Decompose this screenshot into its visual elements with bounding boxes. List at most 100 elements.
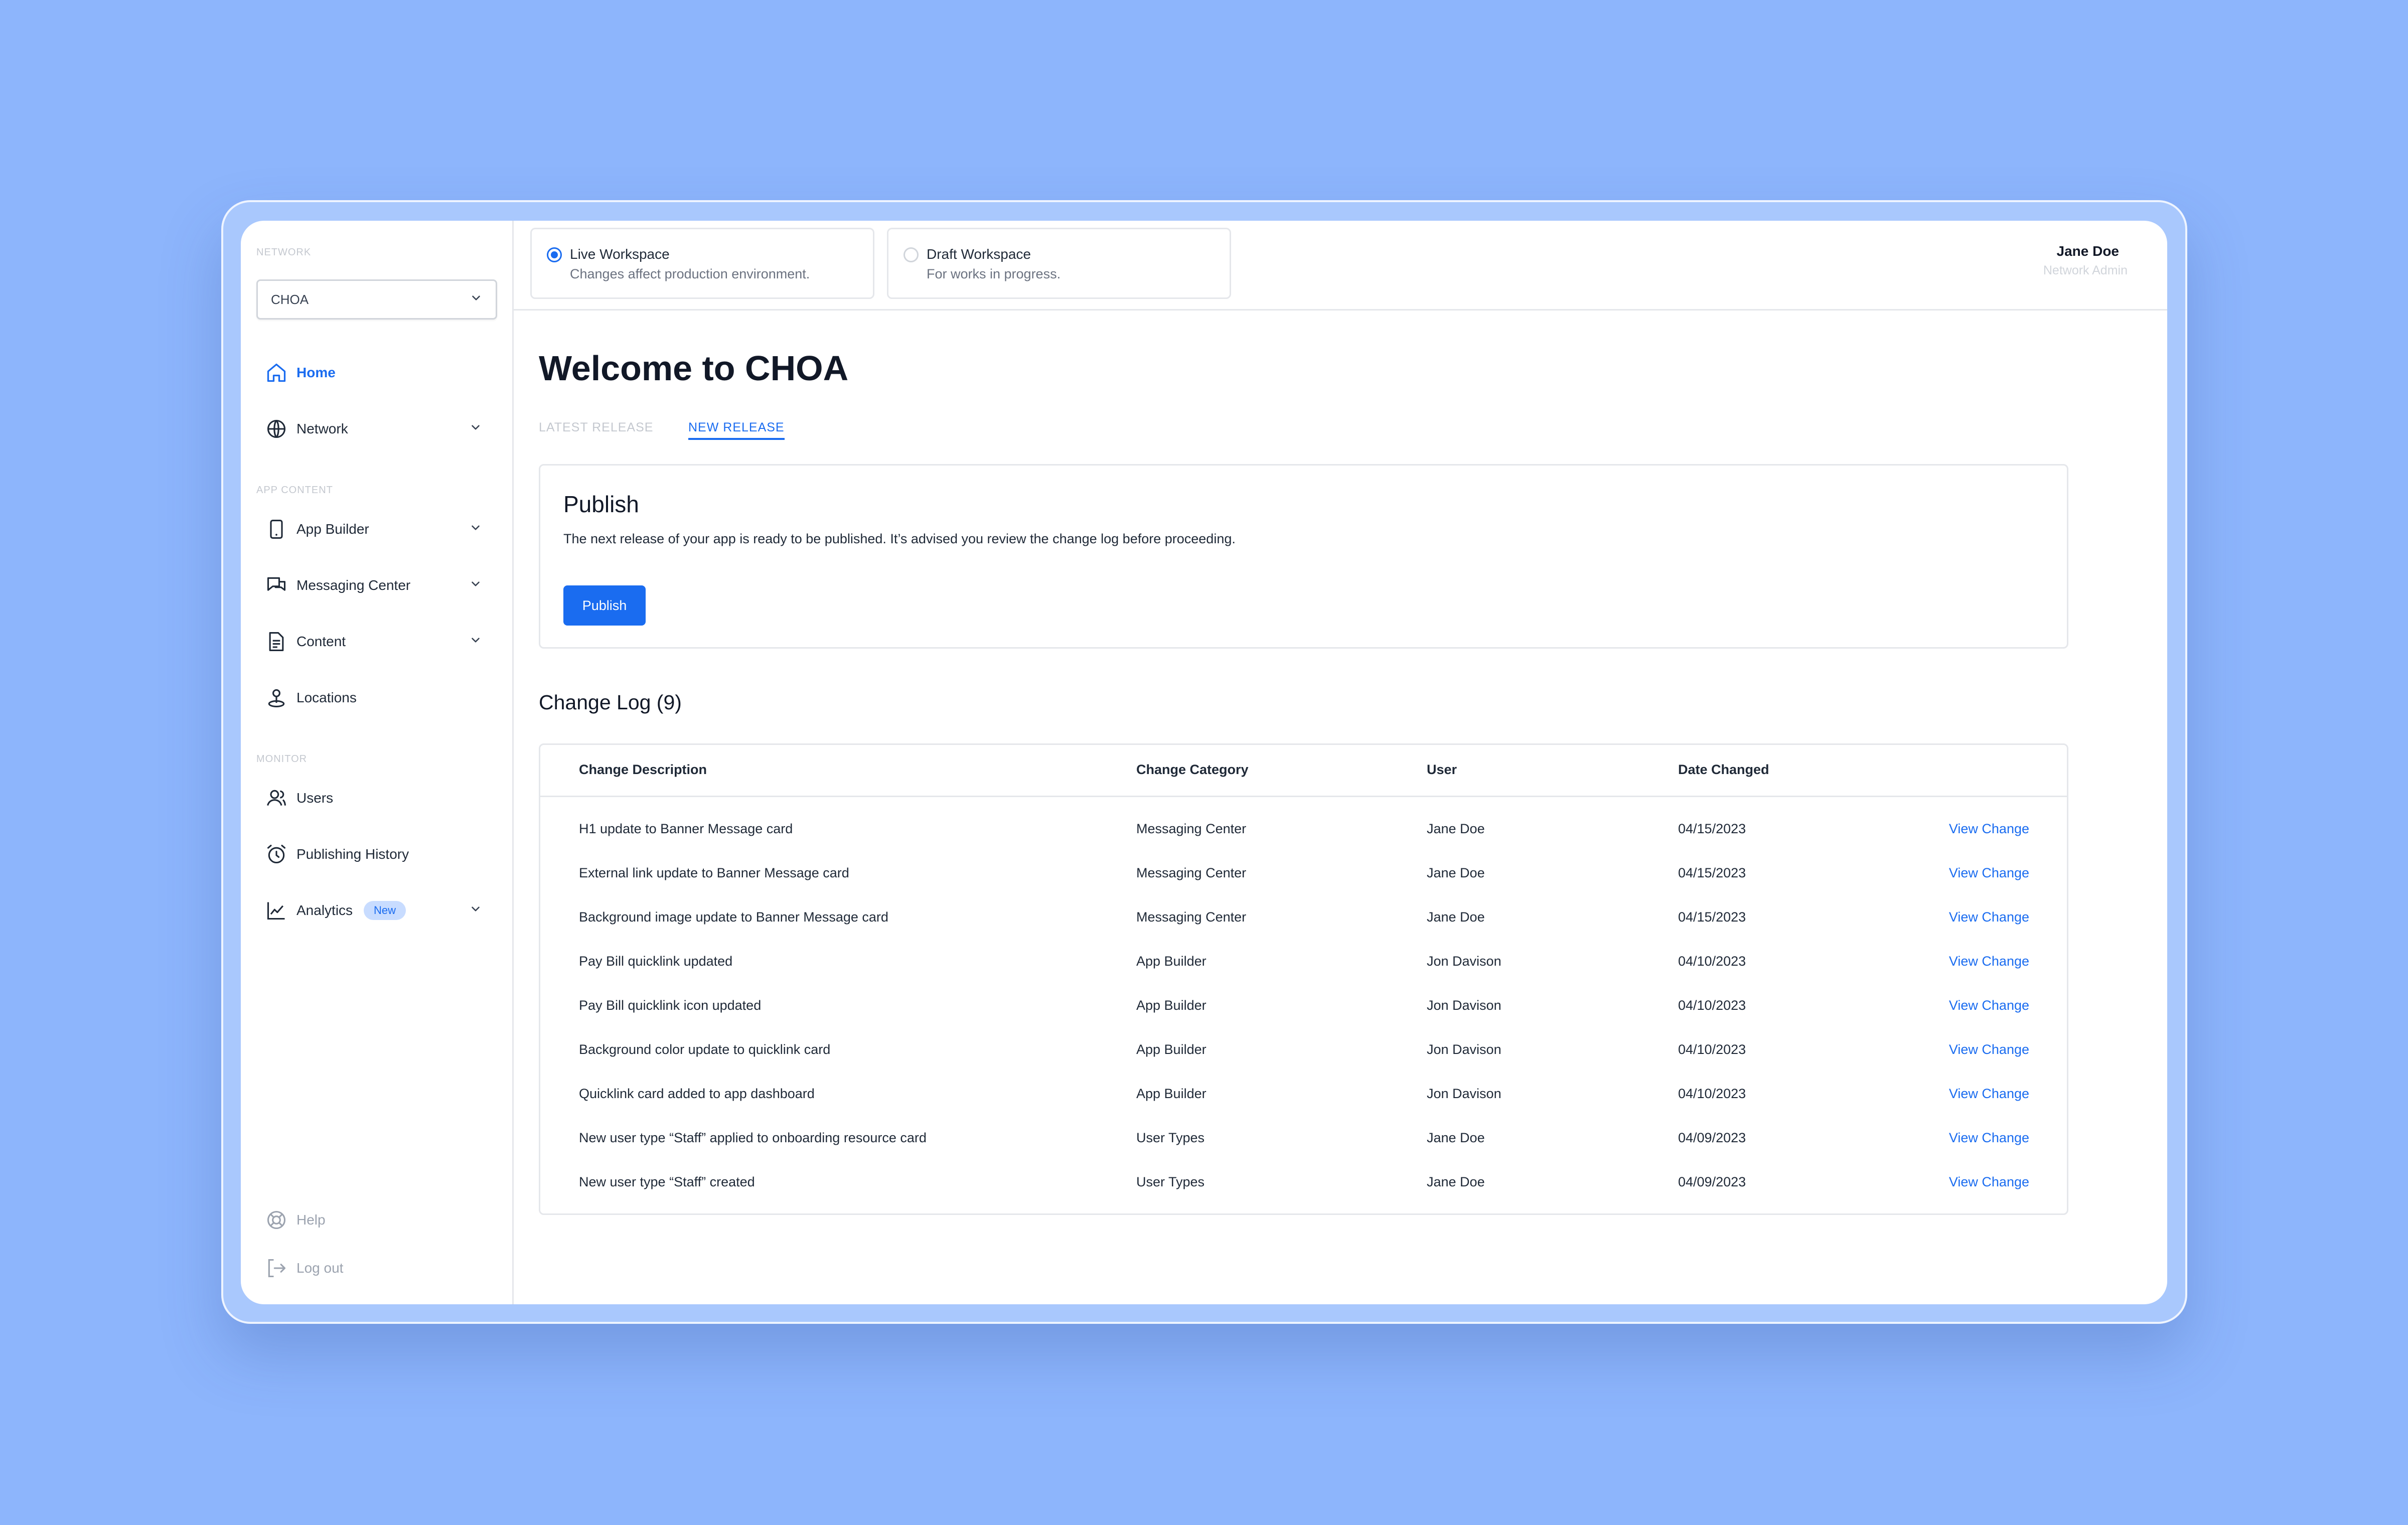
monitor-section-label: MONITOR xyxy=(256,753,308,765)
table-row: H1 update to Banner Message card Messagi… xyxy=(540,808,2067,852)
chevron-down-icon xyxy=(469,902,482,919)
radio-selected-icon xyxy=(547,247,562,262)
cell-user: Jon Davison xyxy=(1427,954,1501,969)
globe-icon xyxy=(265,418,287,440)
draft-workspace-option[interactable]: Draft Workspace For works in progress. xyxy=(887,228,1231,299)
cell-description: Background color update to quicklink car… xyxy=(579,1042,831,1057)
table-row: Pay Bill quicklink updated App Builder J… xyxy=(540,941,2067,985)
view-change-link[interactable]: View Change xyxy=(1949,1086,2029,1102)
cell-date: 04/09/2023 xyxy=(1678,1174,1746,1189)
publish-heading: Publish xyxy=(563,491,639,517)
network-select[interactable]: CHOA xyxy=(256,279,497,320)
chevron-down-icon xyxy=(469,634,482,650)
sidebar-item-label: Help xyxy=(296,1212,326,1228)
cell-date: 04/10/2023 xyxy=(1678,1086,1746,1101)
phone-icon xyxy=(265,518,287,540)
home-icon xyxy=(265,362,287,384)
publish-button[interactable]: Publish xyxy=(563,585,646,626)
document-icon xyxy=(265,631,287,653)
cell-user: Jane Doe xyxy=(1427,821,1485,836)
user-name[interactable]: Jane Doe xyxy=(2057,243,2120,259)
live-workspace-description: Changes affect production environment. xyxy=(570,266,810,281)
table-row: Background color update to quicklink car… xyxy=(540,1029,2067,1073)
location-pin-icon xyxy=(265,687,287,709)
tab-new-release[interactable]: NEW RELEASE xyxy=(688,420,785,440)
sidebar-item-label: Locations xyxy=(296,690,357,705)
view-change-link[interactable]: View Change xyxy=(1949,1130,2029,1146)
sidebar-item-analytics[interactable]: Analytics New xyxy=(265,895,482,926)
sidebar-item-help[interactable]: Help xyxy=(265,1205,482,1235)
column-header-date: Date Changed xyxy=(1678,762,1769,777)
publish-card: Publish The next release of your app is … xyxy=(539,464,2068,649)
column-header-category: Change Category xyxy=(1136,762,1249,777)
view-change-link[interactable]: View Change xyxy=(1949,1174,2029,1190)
chat-icon xyxy=(265,574,287,596)
cell-description: Pay Bill quicklink icon updated xyxy=(579,998,762,1013)
alarm-clock-icon xyxy=(265,843,287,865)
changelog-table: Change Description Change Category User … xyxy=(539,743,2068,1215)
cell-description: External link update to Banner Message c… xyxy=(579,865,849,880)
view-change-link[interactable]: View Change xyxy=(1949,821,2029,837)
view-change-link[interactable]: View Change xyxy=(1949,909,2029,925)
cell-user: Jane Doe xyxy=(1427,1130,1485,1145)
user-icon xyxy=(265,787,287,809)
view-change-link[interactable]: View Change xyxy=(1949,998,2029,1013)
table-row: New user type “Staff” applied to onboard… xyxy=(540,1117,2067,1161)
sidebar-item-locations[interactable]: Locations xyxy=(265,683,482,713)
sidebar-item-users[interactable]: Users xyxy=(265,783,482,813)
cell-category: App Builder xyxy=(1136,1042,1207,1057)
cell-description: Background image update to Banner Messag… xyxy=(579,909,888,925)
view-change-link[interactable]: View Change xyxy=(1949,1042,2029,1057)
chevron-down-icon xyxy=(470,291,483,308)
cell-date: 04/15/2023 xyxy=(1678,909,1746,925)
network-section-label: NETWORK xyxy=(256,247,312,258)
cell-date: 04/15/2023 xyxy=(1678,865,1746,880)
lifebuoy-icon xyxy=(265,1209,287,1231)
sidebar-item-messaging-center[interactable]: Messaging Center xyxy=(265,570,482,600)
top-bar: Live Workspace Changes affect production… xyxy=(514,221,2167,311)
radio-unselected-icon xyxy=(904,247,919,262)
publish-description: The next release of your app is ready to… xyxy=(563,531,1236,546)
app-content-section-label: APP CONTENT xyxy=(256,485,333,496)
cell-category: Messaging Center xyxy=(1136,865,1247,880)
cell-category: App Builder xyxy=(1136,954,1207,969)
live-workspace-option[interactable]: Live Workspace Changes affect production… xyxy=(530,228,874,299)
sidebar-item-label: Analytics xyxy=(296,902,353,918)
cell-user: Jon Davison xyxy=(1427,998,1501,1013)
table-row: Quicklink card added to app dashboard Ap… xyxy=(540,1073,2067,1117)
page-title: Welcome to CHOA xyxy=(539,349,849,388)
cell-date: 04/15/2023 xyxy=(1678,821,1746,836)
app-window: NETWORK CHOA Home Network APP CONTENT Ap… xyxy=(241,221,2167,1304)
cell-description: H1 update to Banner Message card xyxy=(579,821,793,836)
view-change-link[interactable]: View Change xyxy=(1949,865,2029,881)
cell-user: Jon Davison xyxy=(1427,1042,1501,1057)
sidebar-item-label: Network xyxy=(296,421,348,436)
sidebar-item-publishing-history[interactable]: Publishing History xyxy=(265,839,482,869)
cell-category: Messaging Center xyxy=(1136,821,1247,836)
cell-date: 04/10/2023 xyxy=(1678,998,1746,1013)
cell-category: Messaging Center xyxy=(1136,909,1247,925)
new-badge: New xyxy=(364,901,406,920)
sidebar-item-content[interactable]: Content xyxy=(265,627,482,657)
sidebar-item-home[interactable]: Home xyxy=(265,358,482,388)
table-header: Change Description Change Category User … xyxy=(540,745,2067,797)
draft-workspace-description: For works in progress. xyxy=(927,266,1061,281)
tab-latest-release[interactable]: LATEST RELEASE xyxy=(539,420,653,435)
sidebar-item-label: Log out xyxy=(296,1260,344,1276)
cell-category: App Builder xyxy=(1136,1086,1207,1101)
sidebar-item-label: Content xyxy=(296,634,346,649)
chevron-down-icon xyxy=(469,577,482,594)
live-workspace-title: Live Workspace xyxy=(570,246,670,262)
cell-description: New user type “Staff” created xyxy=(579,1174,755,1189)
line-chart-icon xyxy=(265,899,287,922)
view-change-link[interactable]: View Change xyxy=(1949,954,2029,969)
cell-user: Jane Doe xyxy=(1427,865,1485,880)
sidebar-item-label: Messaging Center xyxy=(296,577,411,593)
sidebar-item-label: Users xyxy=(296,790,334,806)
sidebar-item-logout[interactable]: Log out xyxy=(265,1253,482,1283)
user-role: Network Admin xyxy=(2043,263,2128,277)
cell-category: User Types xyxy=(1136,1130,1205,1145)
sidebar-item-network[interactable]: Network xyxy=(265,414,482,444)
sidebar-item-app-builder[interactable]: App Builder xyxy=(265,514,482,544)
cell-date: 04/10/2023 xyxy=(1678,1042,1746,1057)
